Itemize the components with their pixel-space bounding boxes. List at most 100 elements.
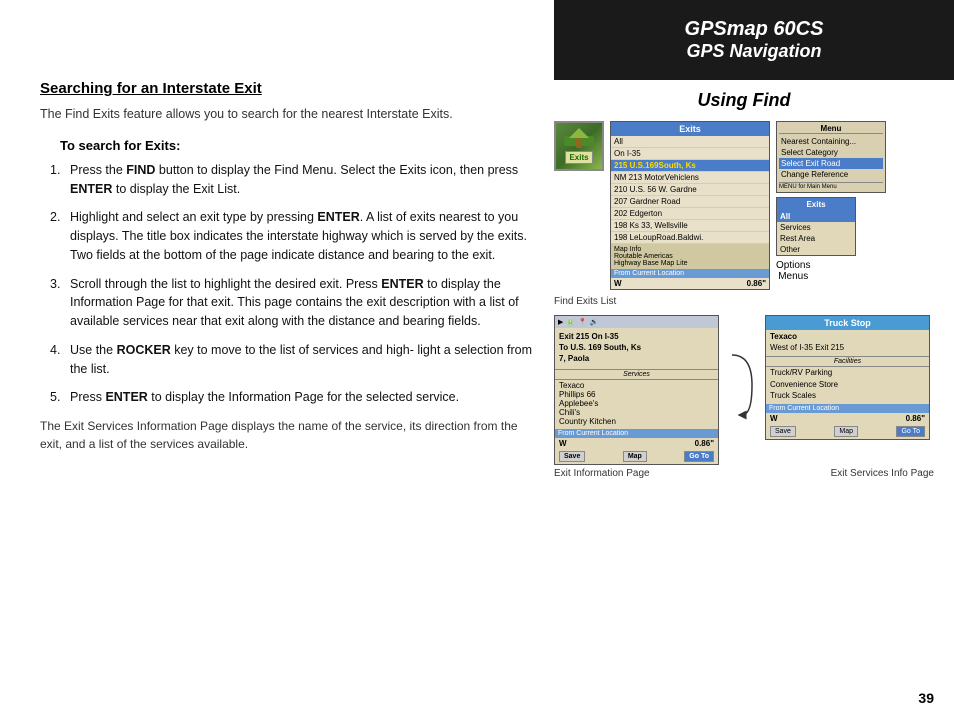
- exits-row-2: NM 213 MotorVehiclens: [611, 172, 769, 184]
- exits-list-screen: Exits All On I-35 215 U.S.169South, Ks N…: [610, 121, 770, 290]
- using-find-title: Using Find: [554, 90, 934, 111]
- enter-keyword-2: ENTER: [317, 210, 359, 224]
- map-btn-1[interactable]: Map: [623, 451, 647, 462]
- rocker-keyword: ROCKER: [117, 343, 171, 357]
- sub-row-services: Services: [777, 222, 855, 233]
- service-texaco: Texaco: [555, 381, 718, 390]
- exit-info-buttons: Save Map Go To: [555, 449, 718, 464]
- menus-label: Menus: [776, 271, 810, 282]
- exits-row-1: 215 U.S.169South, Ks: [611, 160, 769, 172]
- menu-label: MENU for Main Menu: [779, 182, 883, 190]
- save-btn-2[interactable]: Save: [770, 426, 796, 437]
- left-panel: Searching for an Interstate Exit The Fin…: [40, 80, 540, 453]
- ts-dist: 0.86": [906, 414, 925, 423]
- top-icon-3: 📍: [578, 318, 587, 326]
- exit-bearing: W: [559, 439, 567, 448]
- truck-stop-header: Truck Stop: [766, 316, 929, 330]
- connecting-arrow: [727, 345, 757, 425]
- find-keyword-1: FIND: [126, 163, 155, 177]
- exits-row-4: 207 Gardner Road: [611, 196, 769, 208]
- exits-list-caption: Find Exits List: [554, 296, 616, 307]
- step-1: 1. Press the FIND button to display the …: [50, 161, 540, 199]
- service-phillips: Phillips 66: [555, 390, 718, 399]
- truck-stop-name: Texaco: [766, 330, 929, 343]
- subsection-title: To search for Exits:: [60, 138, 540, 153]
- right-panel: Using Find Exits Exits All On I-35 215 U…: [554, 90, 934, 479]
- facilities-header: Facilities: [766, 356, 929, 367]
- exits-row-5: 202 Edgerton: [611, 208, 769, 220]
- distance-row: W 0.86": [611, 278, 769, 289]
- options-labels: Options Menus: [776, 260, 810, 282]
- exits-icon: Exits: [554, 121, 604, 171]
- from-loc: From Current Location: [611, 269, 769, 278]
- step-num-5: 5.: [50, 388, 60, 407]
- goto-btn-2[interactable]: Go To: [896, 426, 925, 437]
- ts-from: From Current Location: [766, 404, 929, 413]
- map-row1: Routable Americas: [614, 253, 766, 260]
- enter-keyword-1: ENTER: [70, 182, 112, 196]
- sub-row-other: Other: [777, 244, 855, 255]
- step-4: 4. Use the ROCKER key to move to the lis…: [50, 341, 540, 379]
- service-chilis: Chili's: [555, 408, 718, 417]
- facility-2: Convenience Store: [766, 379, 929, 390]
- bearing: W: [614, 279, 622, 288]
- goto-btn-1[interactable]: Go To: [684, 451, 714, 462]
- page-number: 39: [918, 690, 934, 706]
- top-captions: Find Exits List: [554, 296, 934, 307]
- intro-text: The Find Exits feature allows you to sea…: [40, 105, 540, 124]
- exits-row-all: All: [611, 136, 769, 148]
- exit-info-distance: W 0.86": [555, 438, 718, 449]
- exits-row-on: On I-35: [611, 148, 769, 160]
- services-header: Services: [555, 369, 718, 380]
- map-info-label: Map Info: [614, 246, 766, 253]
- options-label: Options: [776, 260, 810, 271]
- step-num-1: 1.: [50, 161, 60, 180]
- exit-info-from: From Current Location: [555, 429, 718, 438]
- exits-row-6: 198 Ks 33, Wellsville: [611, 220, 769, 232]
- footer-note: The Exit Services Information Page displ…: [40, 417, 540, 453]
- header-title: GPSmap 60CS: [685, 18, 824, 41]
- enter-keyword-5: ENTER: [105, 390, 147, 404]
- facility-3: Truck Scales: [766, 390, 929, 401]
- exit-info-caption: Exit Information Page: [554, 468, 650, 479]
- options-submenu-col: Menu Nearest Containing... Select Catego…: [776, 121, 886, 282]
- ts-buttons: Save Map Go To: [766, 424, 929, 439]
- save-btn-1[interactable]: Save: [559, 451, 585, 462]
- top-screens-row: Exits Exits All On I-35 215 U.S.169South…: [554, 121, 934, 290]
- exits-submenu-screen: Exits All Services Rest Area Other: [776, 197, 856, 256]
- header-subtitle: GPS Navigation: [686, 41, 821, 62]
- distance: 0.86": [747, 279, 766, 288]
- options-menu-screen: Menu Nearest Containing... Select Catego…: [776, 121, 886, 193]
- step-2: 2. Highlight and select an exit type by …: [50, 208, 540, 264]
- top-icon-2: 🔋: [566, 318, 575, 326]
- exit-dist: 0.86": [695, 439, 714, 448]
- step-num-3: 3.: [50, 275, 60, 294]
- exits-row-3: 210 U.S. 56 W. Gardne: [611, 184, 769, 196]
- step-5: 5. Press ENTER to display the Informatio…: [50, 388, 540, 407]
- step-num-4: 4.: [50, 341, 60, 360]
- step-3: 3. Scroll through the list to highlight …: [50, 275, 540, 331]
- map-btn-2[interactable]: Map: [834, 426, 858, 437]
- opt-nearest: Nearest Containing...: [779, 136, 883, 147]
- exits-list-header: Exits: [611, 122, 769, 136]
- exits-row-1-text: 215 U.S.169South, Ks: [614, 161, 696, 170]
- sub-row-rest: Rest Area: [777, 233, 855, 244]
- top-icon-4: 🔊: [590, 318, 599, 326]
- header: GPSmap 60CS GPS Navigation: [554, 0, 954, 80]
- enter-keyword-3: ENTER: [381, 277, 423, 291]
- step-num-2: 2.: [50, 208, 60, 227]
- exit-info-screen: ▶ 🔋 📍 🔊 Exit 215 On I-35 To U.S. 169 Sou…: [554, 315, 719, 465]
- truck-stop-screen: Truck Stop Texaco West of I-35 Exit 215 …: [765, 315, 930, 440]
- submenu-header: Exits: [777, 198, 855, 211]
- top-icon-1: ▶: [558, 318, 563, 326]
- sub-row-all: All: [777, 211, 855, 222]
- service-country: Country Kitchen: [555, 417, 718, 426]
- truck-stop-location: West of I-35 Exit 215: [766, 343, 929, 356]
- bottom-screens-row: ▶ 🔋 📍 🔊 Exit 215 On I-35 To U.S. 169 Sou…: [554, 315, 934, 465]
- opt-change-ref: Change Reference: [779, 169, 883, 180]
- opt-exit-road: Select Exit Road: [779, 158, 883, 169]
- exit-info-topbar: ▶ 🔋 📍 🔊: [555, 316, 718, 328]
- bottom-captions: Exit Information Page Exit Services Info…: [554, 468, 934, 479]
- exits-row-7: 198 LeLoupRoad.Baldwi.: [611, 232, 769, 244]
- arrow-container: [727, 315, 757, 425]
